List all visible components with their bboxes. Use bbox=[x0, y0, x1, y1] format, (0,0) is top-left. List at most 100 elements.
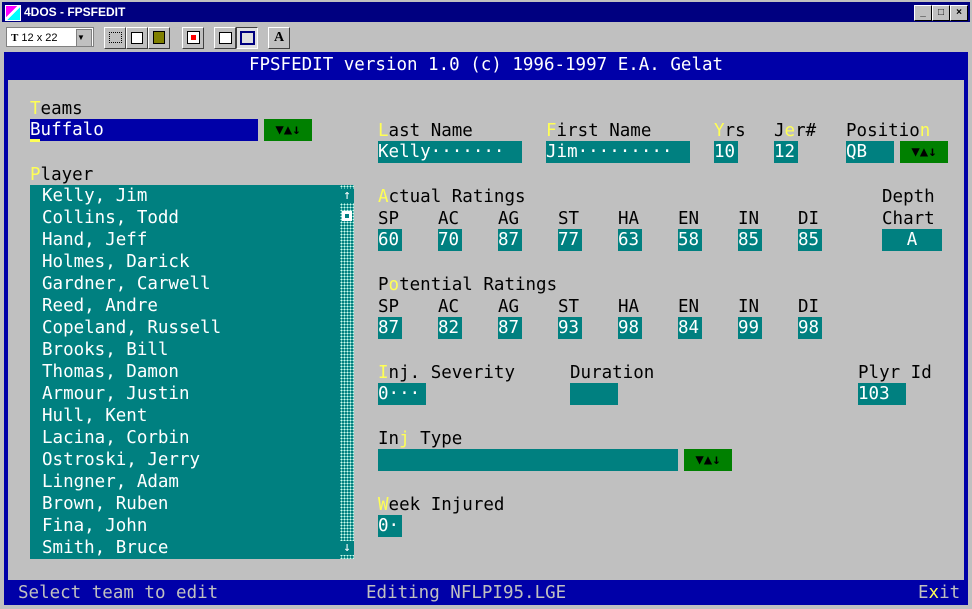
player-list-item[interactable]: Copeland, Russell bbox=[42, 317, 221, 339]
inj-type-dropdown-button[interactable]: ▼▲↓ bbox=[684, 449, 732, 471]
actual-rating-label-di: DI bbox=[798, 209, 820, 229]
actual-rating-field-en[interactable]: 58 bbox=[678, 229, 702, 251]
actual-rating-field-st[interactable]: 77 bbox=[558, 229, 582, 251]
player-list-item[interactable]: Lacina, Corbin bbox=[42, 427, 190, 449]
potential-rating-label-ag: AG bbox=[498, 297, 520, 317]
position-field[interactable]: QB bbox=[846, 141, 894, 163]
fullscreen-icon[interactable] bbox=[182, 27, 204, 49]
app-header: FPSFEDIT version 1.0 (c) 1996-1997 E.A. … bbox=[248, 55, 724, 75]
jersey-label: Jer# bbox=[774, 121, 817, 141]
actual-ratings-label: Actual Ratings bbox=[378, 187, 526, 207]
teams-dropdown-button[interactable]: ▼▲↓ bbox=[264, 119, 312, 141]
potential-rating-label-sp: SP bbox=[378, 297, 400, 317]
player-list-item[interactable]: Collins, Todd bbox=[42, 207, 179, 229]
potential-rating-field-di[interactable]: 98 bbox=[798, 317, 822, 339]
close-button[interactable]: × bbox=[950, 5, 968, 21]
first-name-label: First Name bbox=[546, 121, 652, 141]
potential-rating-label-ha: HA bbox=[618, 297, 640, 317]
player-list-item[interactable]: Kelly, Jim bbox=[42, 185, 147, 207]
scroll-down-icon[interactable]: ↓ bbox=[340, 541, 354, 555]
last-name-label: Last Name bbox=[378, 121, 473, 141]
minimize-button[interactable]: _ bbox=[914, 5, 932, 21]
window-title: 4DOS - FPSFEDIT bbox=[24, 5, 126, 19]
week-injured-field[interactable]: 0· bbox=[378, 515, 402, 537]
exit-button[interactable]: Exit bbox=[918, 582, 961, 605]
depth-chart-label-2: Chart bbox=[882, 209, 935, 229]
player-list-item[interactable]: Holmes, Darick bbox=[42, 251, 190, 273]
player-list-item[interactable]: Smith, Bruce bbox=[42, 537, 168, 559]
player-list-item[interactable]: Ostroski, Jerry bbox=[42, 449, 200, 471]
player-list-item[interactable]: Hull, Kent bbox=[42, 405, 147, 427]
font-button[interactable]: A bbox=[268, 27, 290, 49]
actual-rating-field-di[interactable]: 85 bbox=[798, 229, 822, 251]
inj-severity-label: Inj. Severity bbox=[378, 363, 515, 383]
actual-rating-field-in[interactable]: 85 bbox=[738, 229, 762, 251]
potential-ratings-label: Potential Ratings bbox=[378, 275, 558, 295]
properties-icon[interactable] bbox=[214, 27, 236, 49]
player-list-item[interactable]: Lingner, Adam bbox=[42, 471, 179, 493]
actual-rating-field-ac[interactable]: 70 bbox=[438, 229, 462, 251]
potential-rating-label-st: ST bbox=[558, 297, 580, 317]
last-name-field[interactable]: Kelly······· bbox=[378, 141, 522, 163]
player-list-item[interactable]: Brown, Ruben bbox=[42, 493, 168, 515]
actual-rating-label-st: ST bbox=[558, 209, 580, 229]
yrs-field[interactable]: 10 bbox=[714, 141, 738, 163]
potential-rating-field-st[interactable]: 93 bbox=[558, 317, 582, 339]
actual-rating-field-ag[interactable]: 87 bbox=[498, 229, 522, 251]
status-message: Select team to edit bbox=[18, 583, 219, 603]
font-size-select[interactable]: T 12 x 22 ▼ bbox=[6, 27, 94, 47]
potential-rating-label-in: IN bbox=[738, 297, 760, 317]
potential-rating-field-in[interactable]: 99 bbox=[738, 317, 762, 339]
mark-icon[interactable] bbox=[104, 27, 126, 49]
potential-rating-label-en: EN bbox=[678, 297, 700, 317]
jersey-field[interactable]: 12 bbox=[774, 141, 798, 163]
player-list-item[interactable]: Thomas, Damon bbox=[42, 361, 179, 383]
actual-rating-label-en: EN bbox=[678, 209, 700, 229]
status-file: Editing NFLPI95.LGE bbox=[366, 583, 567, 603]
position-dropdown-button[interactable]: ▼▲↓ bbox=[900, 141, 948, 163]
maximize-button[interactable]: □ bbox=[932, 5, 950, 21]
potential-rating-field-ha[interactable]: 98 bbox=[618, 317, 642, 339]
potential-rating-field-ag[interactable]: 87 bbox=[498, 317, 522, 339]
player-list-item[interactable]: Gardner, Carwell bbox=[42, 273, 211, 295]
inj-severity-field[interactable]: 0··· bbox=[378, 383, 426, 405]
chevron-down-icon[interactable]: ▼ bbox=[76, 29, 92, 47]
inj-type-label: Inj Type bbox=[378, 429, 463, 449]
status-bar: Select team to edit Editing NFLPI95.LGE … bbox=[4, 582, 968, 605]
inj-type-field[interactable] bbox=[378, 449, 678, 471]
depth-chart-field[interactable]: A bbox=[882, 229, 942, 251]
player-list-item[interactable]: Brooks, Bill bbox=[42, 339, 168, 361]
player-list-item[interactable]: Reed, Andre bbox=[42, 295, 158, 317]
potential-rating-label-ac: AC bbox=[438, 297, 460, 317]
player-list-item[interactable]: Hand, Jeff bbox=[42, 229, 147, 251]
paste-icon[interactable] bbox=[148, 27, 170, 49]
position-label: Position bbox=[846, 121, 931, 141]
actual-rating-field-ha[interactable]: 63 bbox=[618, 229, 642, 251]
app-icon bbox=[5, 5, 21, 21]
yrs-label: Yrs bbox=[714, 121, 746, 141]
scroll-up-icon[interactable]: ↑ bbox=[340, 189, 354, 203]
depth-chart-label-1: Depth bbox=[882, 187, 935, 207]
player-scrollbar[interactable]: ↑ ↓ bbox=[340, 185, 354, 559]
actual-rating-label-sp: SP bbox=[378, 209, 400, 229]
teams-label: Teams bbox=[30, 99, 83, 119]
plyr-id-field[interactable]: 103 bbox=[858, 383, 906, 405]
potential-rating-field-en[interactable]: 84 bbox=[678, 317, 702, 339]
player-list-item[interactable]: Fina, John bbox=[42, 515, 147, 537]
player-list-item[interactable]: Armour, Justin bbox=[42, 383, 190, 405]
potential-rating-label-di: DI bbox=[798, 297, 820, 317]
copy-icon[interactable] bbox=[126, 27, 148, 49]
scroll-thumb[interactable] bbox=[342, 211, 352, 221]
potential-rating-field-ac[interactable]: 82 bbox=[438, 317, 462, 339]
font-size-value: 12 x 22 bbox=[21, 32, 58, 44]
first-name-field[interactable]: Jim········· bbox=[546, 141, 690, 163]
player-list[interactable]: Kelly, Jim Collins, Todd Hand, Jeff Holmes,… bbox=[30, 185, 354, 559]
actual-rating-label-in: IN bbox=[738, 209, 760, 229]
background-icon[interactable] bbox=[236, 27, 258, 49]
potential-rating-field-sp[interactable]: 87 bbox=[378, 317, 402, 339]
title-bar: 4DOS - FPSFEDIT _ □ × bbox=[2, 2, 970, 22]
teams-field[interactable]: Buffalo bbox=[30, 119, 258, 142]
duration-field[interactable] bbox=[570, 383, 618, 405]
actual-rating-field-sp[interactable]: 60 bbox=[378, 229, 402, 251]
font-icon: T bbox=[11, 32, 19, 44]
